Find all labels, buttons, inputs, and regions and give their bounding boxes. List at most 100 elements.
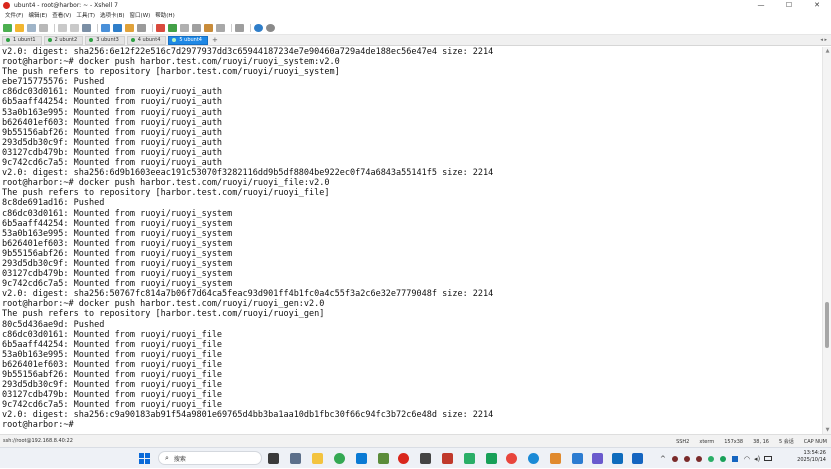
terminal-output[interactable]: v2.0: digest: sha256:6e12f22e516c7d29779… [0,47,822,434]
tray-app-icon[interactable] [683,455,690,462]
menu-tools[interactable]: 工具(T) [76,11,95,22]
app-icon[interactable] [572,453,583,464]
xshell-window: ubunt4 - root@harbor: ~ - Xshell 7 — ☐ ✕… [0,0,831,447]
menu-help[interactable]: 帮助(H) [155,11,174,22]
keyboard-lock-status: CAP NUM [803,438,827,445]
xshell-taskbar-icon[interactable] [398,453,409,464]
layout-icon[interactable] [235,24,244,32]
menu-window[interactable]: 窗口(W) [130,11,151,22]
lock-icon[interactable] [180,24,189,32]
terminal-line: 03127cdb479b: Mounted from ruoyi/ruoyi_a… [2,147,223,158]
add-tab-button[interactable]: + [212,36,218,44]
terminal-line: 53a0b163e995: Mounted from ruoyi/ruoyi_a… [2,107,223,118]
info-icon[interactable] [266,24,275,32]
terminal-line: v2.0: digest: sha256:c9a90183ab91f54a980… [2,410,494,421]
toolbar-divider [250,24,251,32]
tray-app-icon[interactable] [695,455,702,462]
terminal-line: The push refers to repository [harbor.te… [2,188,330,199]
terminal-line: c86dc03d0161: Mounted from ruoyi/ruoyi_a… [2,87,223,98]
tab-ubunt4-active[interactable]: 5 ubunt4 [168,35,208,45]
wechat-icon[interactable] [464,453,475,464]
browser-icon[interactable] [506,453,517,464]
paste-icon[interactable] [70,24,79,32]
tray-app-icon[interactable] [707,455,714,462]
xftp-taskbar-icon[interactable] [442,453,453,464]
toolbar [0,22,831,35]
menu-edit[interactable]: 编辑(E) [28,11,47,22]
app-icon[interactable] [378,453,389,464]
widgets-icon[interactable] [290,453,301,464]
scroll-thumb[interactable] [825,302,829,348]
chat-app-icon[interactable] [486,453,497,464]
keyboard-icon[interactable] [192,24,201,32]
taskbar-search[interactable]: ⌕ 搜索 [158,451,262,465]
menu-bar: 文件(F) 编辑(E) 查看(V) 工具(T) 选项卡(B) 窗口(W) 帮助(… [0,11,831,22]
terminal-line: root@harbor:~# [2,420,74,431]
tray-chevron-icon[interactable]: ^ [660,455,666,463]
minimize-button[interactable]: — [747,0,775,11]
scroll-up-icon[interactable]: ▲ [824,48,831,54]
find-icon[interactable] [82,24,91,32]
terminal-line: 9b55156abf26: Mounted from ruoyi/ruoyi_f… [2,370,223,380]
wifi-icon[interactable]: ◠ [744,455,750,463]
scroll-down-icon[interactable]: ▼ [824,427,831,433]
terminal-app-icon[interactable] [420,453,431,464]
volume-icon[interactable]: ◂) [754,455,760,463]
terminal-line: 53a0b163e995: Mounted from ruoyi/ruoyi_s… [2,228,233,239]
task-view-icon[interactable] [268,453,279,464]
vm-app-icon[interactable] [632,453,643,464]
transfer-icon[interactable] [168,24,177,32]
menu-view[interactable]: 查看(V) [52,11,71,22]
outlook-icon[interactable] [612,453,623,464]
menu-file[interactable]: 文件(F) [5,11,23,22]
notes-app-icon[interactable] [550,453,561,464]
tab-ubunt1[interactable]: 1 ubunt1 [2,35,42,45]
input-method-icon[interactable] [731,455,738,462]
terminal-line: 03127cdb479b: Mounted from ruoyi/ruoyi_s… [2,269,233,280]
protocol-status: SSH2 [676,438,690,445]
tab-label: 4 ubunt4 [137,36,161,43]
globe-icon[interactable] [113,24,122,32]
terminal-line: 8c8de691ad16: Pushed [2,198,105,209]
tab-ubunt3[interactable]: 3 ubunt3 [85,35,125,45]
close-button[interactable]: ✕ [803,0,831,11]
search-placeholder: 搜索 [173,455,186,463]
tab-ubunt2[interactable]: 2 ubunt2 [43,35,84,45]
system-tray: ^ ◠ ◂) [660,448,776,469]
connected-status-icon [89,38,94,42]
toolbar-divider [54,24,55,32]
taskbar-clock[interactable]: 13:54:26 2025/10/14 [786,450,826,464]
disconnect-icon[interactable] [39,24,48,32]
app-icon[interactable] [592,453,603,464]
chrome-icon[interactable] [334,453,345,464]
new-session-icon[interactable] [3,24,12,32]
help-icon[interactable] [254,24,263,32]
terminal-line: 80c5d436ae9d: Pushed [2,319,105,330]
copy-icon[interactable] [58,24,67,32]
compose-icon[interactable] [216,24,225,32]
send-icon[interactable] [204,24,213,32]
terminal-line: 53a0b163e995: Mounted from ruoyi/ruoyi_f… [2,349,223,360]
terminal-line: v2.0: digest: sha256:6d9b1603eeac191c530… [2,168,494,179]
vscode-icon[interactable] [356,453,367,464]
connected-status-icon [130,38,135,42]
tray-app-icon[interactable] [719,455,726,462]
tray-app-icon[interactable] [671,455,678,462]
terminal-line: c86dc03d0161: Mounted from ruoyi/ruoyi_s… [2,208,233,219]
windows-start-icon[interactable] [139,453,150,464]
file-explorer-icon[interactable] [312,453,323,464]
maximize-button[interactable]: ☐ [775,0,803,11]
open-folder-icon[interactable] [15,24,24,32]
reconnect-icon[interactable] [27,24,36,32]
properties-icon[interactable] [101,24,110,32]
xftp-icon[interactable] [156,24,165,32]
battery-icon[interactable] [764,456,773,461]
script-icon[interactable] [137,24,146,32]
tab-scroll-arrows-icon[interactable]: ◂ ▸ [820,37,827,43]
edge-icon[interactable] [528,453,539,464]
highlight-icon[interactable] [125,24,134,32]
tab-ubunt4[interactable]: 4 ubunt4 [126,35,167,45]
menu-tabs[interactable]: 选项卡(B) [100,11,125,22]
terminal-scrollbar[interactable]: ▲ ▼ [822,47,831,434]
terminal-line: root@harbor:~# docker push harbor.test.c… [2,57,340,68]
